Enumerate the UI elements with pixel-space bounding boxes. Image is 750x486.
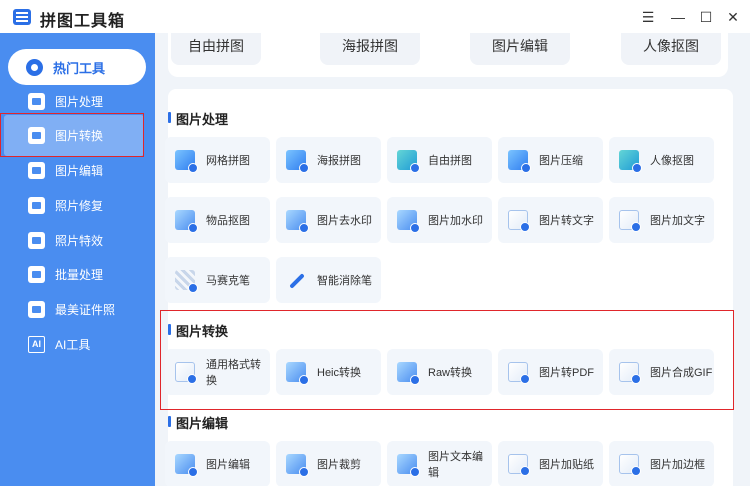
- photo-repair-icon: [28, 196, 45, 214]
- tool-portrait-cutout[interactable]: 人像抠图: [609, 137, 714, 183]
- photo-effects-icon: [28, 231, 45, 249]
- sidebar-item-image-processing[interactable]: 图片处理: [10, 86, 140, 116]
- image-editing-icon: [28, 161, 45, 179]
- tool-grid-collage[interactable]: 网格拼图: [165, 137, 270, 183]
- close-icon[interactable]: ✕: [722, 6, 744, 28]
- sidebar-item-hot-tools[interactable]: 热门工具: [8, 49, 146, 85]
- top-tool-button[interactable]: 海报拼图: [320, 33, 420, 65]
- image-crop-icon: [286, 454, 309, 477]
- top-tool-button[interactable]: 人像抠图: [621, 33, 721, 65]
- tool-remove-watermark[interactable]: 图片去水印: [276, 197, 381, 243]
- sticker-icon: [508, 454, 530, 476]
- tool-add-border[interactable]: 图片加边框: [609, 441, 714, 486]
- sidebar-item-label: 批量处理: [55, 267, 104, 282]
- free-collage-icon: [397, 150, 420, 173]
- minimize-icon[interactable]: —: [667, 6, 689, 28]
- tool-object-cutout[interactable]: 物品抠图: [165, 197, 270, 243]
- image-to-text-icon: [508, 210, 530, 232]
- object-cutout-icon: [175, 210, 198, 233]
- section-title-image-processing: 图片处理: [167, 109, 228, 128]
- top-tool-button[interactable]: 图片编辑: [470, 33, 570, 65]
- tool-image-compress[interactable]: 图片压缩: [498, 137, 603, 183]
- tool-add-watermark[interactable]: 图片加水印: [387, 197, 492, 243]
- portrait-cutout-icon: [619, 150, 642, 173]
- app-title: 拼图工具箱: [40, 13, 126, 30]
- image-compress-icon: [508, 150, 531, 173]
- tool-poster-collage[interactable]: 海报拼图: [276, 137, 381, 183]
- tool-image-crop[interactable]: 图片裁剪: [276, 441, 381, 486]
- sidebar-item-photo-repair[interactable]: 照片修复: [10, 190, 140, 220]
- menu-icon[interactable]: ☰: [637, 6, 659, 28]
- tool-free-collage[interactable]: 自由拼图: [387, 137, 492, 183]
- tool-image-text-edit[interactable]: 图片文本编辑: [387, 441, 492, 486]
- sidebar-item-photo-effects[interactable]: 照片特效: [10, 225, 140, 255]
- sidebar-item-label: 热门工具: [53, 60, 106, 76]
- title-bar: 拼图工具箱 ☰ — ☐ ✕: [0, 0, 750, 33]
- sidebar: 热门工具 图片处理 图片转换 图片编辑 照片修复 照片特效 批量处理 最美证件照…: [0, 33, 155, 486]
- sidebar-highlight-box: [0, 113, 144, 157]
- tool-mosaic-pen[interactable]: 马赛克笔: [165, 257, 270, 303]
- image-edit-icon: [175, 454, 198, 477]
- sidebar-item-label: 最美证件照: [55, 302, 116, 317]
- grid-collage-icon: [175, 150, 198, 173]
- add-text-icon: [619, 210, 641, 232]
- image-processing-icon: [28, 92, 45, 110]
- sidebar-item-label: 照片特效: [55, 233, 104, 248]
- sidebar-item-label: 图片处理: [55, 94, 104, 109]
- add-watermark-icon: [397, 210, 420, 233]
- mosaic-icon: [175, 270, 198, 293]
- batch-processing-icon: [28, 265, 45, 283]
- id-photo-icon: [28, 300, 45, 318]
- image-text-edit-icon: [397, 454, 420, 477]
- tool-smart-eraser[interactable]: 智能消除笔: [276, 257, 381, 303]
- top-tools-strip: 自由拼图 海报拼图 图片编辑 人像抠图: [168, 33, 728, 77]
- hot-tools-icon: [26, 58, 43, 76]
- conversion-section-highlight-box: [160, 310, 734, 410]
- maximize-icon[interactable]: ☐: [695, 6, 717, 28]
- main-content: 自由拼图 海报拼图 图片编辑 人像抠图 图片处理 网格拼图 海报拼图 自由拼图 …: [155, 33, 750, 486]
- top-tool-button[interactable]: 自由拼图: [171, 33, 261, 65]
- sidebar-item-label: 照片修复: [55, 198, 104, 213]
- poster-collage-icon: [286, 150, 309, 173]
- sidebar-item-image-editing[interactable]: 图片编辑: [10, 155, 140, 185]
- tool-image-to-text[interactable]: 图片转文字: [498, 197, 603, 243]
- section-title-image-editing: 图片编辑: [167, 413, 228, 432]
- remove-watermark-icon: [286, 210, 309, 233]
- ai-icon: AI: [28, 335, 45, 353]
- tools-panel: 图片处理 网格拼图 海报拼图 自由拼图 图片压缩 人像抠图 物品抠图 图片去水印…: [165, 89, 733, 486]
- tool-add-sticker[interactable]: 图片加贴纸: [498, 441, 603, 486]
- tool-add-text[interactable]: 图片加文字: [609, 197, 714, 243]
- border-icon: [619, 454, 641, 476]
- tool-image-edit[interactable]: 图片编辑: [165, 441, 270, 486]
- sidebar-item-ai-tools[interactable]: AI AI工具: [10, 329, 140, 359]
- app-logo-icon: [13, 9, 31, 25]
- sidebar-item-label: 图片编辑: [55, 163, 104, 178]
- eraser-pen-icon: [286, 270, 306, 290]
- sidebar-item-id-photo[interactable]: 最美证件照: [10, 294, 140, 324]
- sidebar-item-label: AI工具: [55, 337, 91, 352]
- sidebar-item-batch-processing[interactable]: 批量处理: [10, 259, 140, 289]
